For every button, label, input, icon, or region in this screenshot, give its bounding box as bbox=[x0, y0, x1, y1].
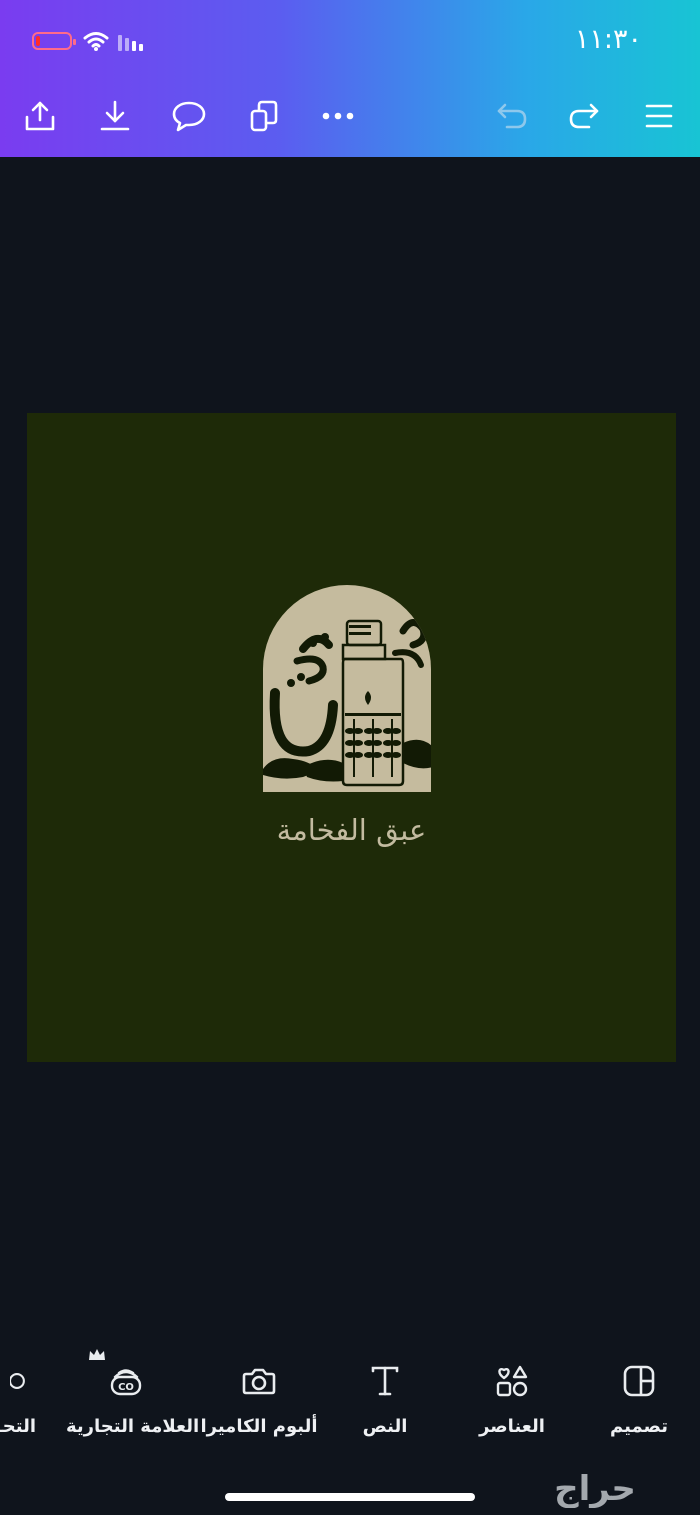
elements-icon bbox=[496, 1365, 528, 1397]
svg-text:حراج: حراج bbox=[554, 1469, 636, 1508]
tool-camera-roll-label: ألبوم الكاميرا bbox=[200, 1416, 318, 1437]
tool-brand-label: العلامة التجارية bbox=[66, 1416, 200, 1437]
more-icon bbox=[322, 112, 354, 120]
logo-text[interactable]: عبق الفخامة bbox=[27, 813, 676, 847]
svg-text:CO: CO bbox=[118, 1382, 134, 1393]
copy-button[interactable] bbox=[245, 97, 283, 135]
redo-icon bbox=[569, 103, 599, 129]
home-indicator[interactable] bbox=[225, 1493, 475, 1501]
copy-icon bbox=[250, 100, 278, 132]
partial-tool-icon bbox=[10, 1373, 25, 1389]
tool-design-label: تصميم bbox=[609, 1416, 669, 1437]
menu-icon bbox=[645, 104, 673, 128]
menu-button[interactable] bbox=[640, 97, 678, 135]
text-icon bbox=[371, 1366, 399, 1396]
brand-kit-icon: CO bbox=[110, 1369, 142, 1396]
battery-icon bbox=[32, 32, 76, 50]
comment-icon bbox=[172, 101, 206, 132]
camera-icon bbox=[242, 1368, 276, 1395]
perfume-bottle-illustration bbox=[263, 619, 431, 787]
tool-camera-roll[interactable]: ألبوم الكاميرا bbox=[199, 1360, 319, 1437]
share-icon bbox=[25, 101, 55, 131]
tool-partial[interactable]: التحـ bbox=[0, 1360, 36, 1437]
redo-button[interactable] bbox=[565, 97, 603, 135]
tool-text[interactable]: النص bbox=[325, 1360, 445, 1437]
wifi-icon bbox=[83, 32, 109, 51]
tool-text-label: النص bbox=[362, 1416, 408, 1437]
tool-elements-label: العناصر bbox=[479, 1416, 545, 1437]
more-button[interactable] bbox=[319, 97, 357, 135]
tool-brand[interactable]: CO العلامة التجارية bbox=[66, 1349, 200, 1437]
design-icon bbox=[623, 1365, 655, 1397]
share-button[interactable] bbox=[21, 97, 59, 135]
signal-icon bbox=[118, 33, 143, 51]
tool-design[interactable]: تصميم bbox=[579, 1360, 699, 1437]
haraj-watermark: حراج bbox=[554, 1469, 636, 1508]
undo-icon bbox=[497, 103, 527, 129]
comment-button[interactable] bbox=[170, 97, 208, 135]
tool-partial-label: التحـ bbox=[0, 1416, 36, 1437]
header-bar: ١١:٣٠ bbox=[0, 0, 700, 157]
tool-elements[interactable]: العناصر bbox=[452, 1360, 572, 1437]
undo-button[interactable] bbox=[493, 97, 531, 135]
download-icon bbox=[100, 100, 130, 131]
design-canvas[interactable]: عبق الفخامة bbox=[27, 413, 676, 1062]
status-time: ١١:٣٠ bbox=[574, 24, 642, 55]
download-button[interactable] bbox=[96, 97, 134, 135]
logo-emblem bbox=[263, 585, 431, 792]
crown-icon bbox=[89, 1349, 105, 1360]
